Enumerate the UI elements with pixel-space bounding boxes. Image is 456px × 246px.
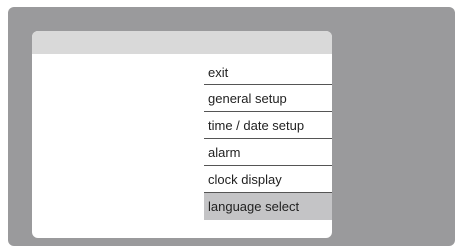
menu-item-language-select[interactable]: language select (204, 193, 332, 220)
menu-item-clock-display[interactable]: clock display (204, 166, 332, 193)
menu-item-exit[interactable]: exit (204, 59, 332, 85)
menu-item-alarm[interactable]: alarm (204, 139, 332, 166)
device-screen-frame: exit general setup time / date setup ala… (8, 7, 455, 246)
menu-item-general-setup[interactable]: general setup (204, 85, 332, 112)
panel-header-bar (32, 31, 332, 54)
settings-menu: exit general setup time / date setup ala… (204, 59, 332, 220)
settings-panel: exit general setup time / date setup ala… (32, 31, 332, 238)
menu-item-time-date-setup[interactable]: time / date setup (204, 112, 332, 139)
